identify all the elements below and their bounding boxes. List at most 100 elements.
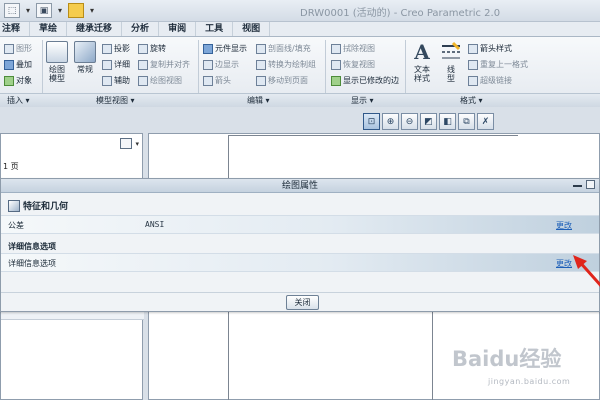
chevron-down-icon[interactable]: ▾ <box>58 3 62 18</box>
drawing-view-icon <box>138 75 148 86</box>
object-button[interactable]: 对象 <box>4 75 32 86</box>
tab-analysis[interactable]: 分析 <box>122 22 160 36</box>
section-title: 特征和几何 <box>23 202 69 212</box>
auxiliary-view-icon <box>102 75 112 86</box>
graphic-button[interactable]: 图形 <box>4 43 32 54</box>
frame-select-icon[interactable]: ⬚ <box>4 3 20 18</box>
move-to-sheet-label: 移动到页面 <box>268 76 308 85</box>
dialog-title: 绘图属性 <box>1 179 599 193</box>
hatching-label: 剖面线/填充 <box>268 44 311 53</box>
move-to-sheet-button[interactable]: 移动到页面 <box>256 75 308 86</box>
revolve-button[interactable]: 旋转 <box>138 43 166 54</box>
chevron-down-icon[interactable]: ▾ <box>26 3 30 18</box>
detailed-view-icon <box>102 59 112 70</box>
tolerance-row: 公差 ANSI 更改 <box>1 215 599 234</box>
tree-toolbar: ▾ <box>120 138 139 149</box>
group-label-display[interactable]: 显示 ▾ <box>351 95 374 106</box>
resume-view-button[interactable]: 恢复视图 <box>331 59 375 70</box>
move-to-sheet-icon <box>256 75 266 86</box>
customize-toolbar-icon[interactable]: ▾ <box>90 3 94 18</box>
zoom-out-icon[interactable]: ⊖ <box>401 113 418 130</box>
text-style-button[interactable]: A 文本样式 <box>411 41 433 83</box>
copy-align-button[interactable]: 复制并对齐 <box>138 59 190 70</box>
general-view-label: 常规 <box>77 65 93 74</box>
maximize-icon[interactable] <box>586 180 595 189</box>
group-label-insert[interactable]: 插入 ▾ <box>7 95 30 106</box>
hyperlink-button[interactable]: 超级链接 <box>468 75 512 86</box>
edge-display-button[interactable]: 边显示 <box>203 59 239 70</box>
convert-draft-group-button[interactable]: 转换为绘制组 <box>256 59 316 70</box>
tab-review[interactable]: 审阅 <box>159 22 197 36</box>
general-view-icon <box>74 41 96 63</box>
arrow-style-label: 箭头样式 <box>480 44 512 53</box>
show-modified-edges-button[interactable]: 显示已修改的边 <box>331 75 399 86</box>
arrow-style-button[interactable]: 箭头样式 <box>468 43 512 54</box>
refit-icon[interactable]: ⊡ <box>363 113 380 130</box>
detail-options-row: 详细信息选项 更改 <box>1 253 599 272</box>
display-style-icon[interactable]: ◧ <box>439 113 456 130</box>
chevron-down-icon[interactable]: ▾ <box>135 140 139 148</box>
group-label-edit[interactable]: 编辑 ▾ <box>247 95 270 106</box>
ribbon-group-labels: 插入 ▾ 模型视图 ▾ 编辑 ▾ 显示 ▾ 格式 ▾ <box>0 93 600 107</box>
section-features-geometry: 特征和几何 <box>8 199 68 212</box>
erase-view-label: 拭除视图 <box>343 44 375 53</box>
close-button[interactable]: 关闭 <box>286 295 319 310</box>
repeat-format-button[interactable]: 重复上一格式 <box>468 59 528 70</box>
window-icon[interactable]: ▣ <box>36 3 53 18</box>
group-label-model-views[interactable]: 模型视图 ▾ <box>96 95 135 106</box>
tab-sketch[interactable]: 草绘 <box>30 22 68 36</box>
projection-button[interactable]: 投影 <box>102 43 130 54</box>
erase-view-button[interactable]: 拭除视图 <box>331 43 375 54</box>
line-style-icon <box>440 41 462 63</box>
arrow-icon <box>203 75 213 86</box>
object-label: 对象 <box>16 76 32 85</box>
hatching-icon <box>256 43 266 54</box>
line-style-button[interactable]: 线型 <box>440 41 462 83</box>
minimize-icon[interactable] <box>573 180 582 187</box>
datum-display-icon[interactable]: ✗ <box>477 113 494 130</box>
convert-draft-group-label: 转换为绘制组 <box>268 60 316 69</box>
hyperlink-label: 超级链接 <box>480 76 512 85</box>
general-view-button[interactable]: 常规 <box>74 41 96 74</box>
overlay-button[interactable]: 叠加 <box>4 59 32 70</box>
detailed-button[interactable]: 详细 <box>102 59 130 70</box>
tab-annotate[interactable]: 注释 <box>0 22 31 36</box>
auxiliary-button[interactable]: 辅助 <box>102 75 130 86</box>
tab-legacy-migration[interactable]: 继承迁移 <box>67 22 123 36</box>
repeat-format-icon <box>468 59 478 70</box>
zoom-in-icon[interactable]: ⊕ <box>382 113 399 130</box>
auxiliary-label: 辅助 <box>114 76 130 85</box>
copy-align-icon <box>138 59 148 70</box>
watermark-url: jingyan.baidu.com <box>488 377 571 386</box>
annotation-arrow-icon <box>573 255 600 287</box>
object-icon <box>4 75 14 86</box>
arrow-label: 箭头 <box>215 76 231 85</box>
graphics-toolbar: ⊡ ⊕ ⊖ ◩ ◧ ⧉ ✗ <box>363 113 494 131</box>
resume-view-icon <box>331 59 341 70</box>
arrow-style-icon <box>468 43 478 54</box>
baidu-watermark: Baidu经验 jingyan.baidu.com <box>452 343 600 398</box>
dialog-window-controls <box>573 180 595 189</box>
tab-view[interactable]: 视图 <box>233 22 271 36</box>
repaint-icon[interactable]: ◩ <box>420 113 437 130</box>
list-icon[interactable] <box>120 138 133 149</box>
revolve-label: 旋转 <box>150 44 166 53</box>
dialog-footer: 关闭 <box>1 292 599 312</box>
folder-icon[interactable] <box>68 3 85 18</box>
tab-tools[interactable]: 工具 <box>196 22 234 36</box>
sheet-label[interactable]: 1 页 <box>3 161 19 172</box>
hatching-button[interactable]: 剖面线/填充 <box>256 43 311 54</box>
sheet-border-line <box>228 135 518 136</box>
edge-display-icon <box>203 59 213 70</box>
drawing-view-button[interactable]: 绘图视图 <box>138 75 182 86</box>
arrow-button[interactable]: 箭头 <box>203 75 231 86</box>
view-manager-icon[interactable]: ⧉ <box>458 113 475 130</box>
drawing-model-button[interactable]: 绘图模型 <box>46 41 68 83</box>
drawing-view-label: 绘图视图 <box>150 76 182 85</box>
component-display-button[interactable]: 元件显示 <box>203 43 247 54</box>
projection-label: 投影 <box>114 44 130 53</box>
overlay-label: 叠加 <box>16 60 32 69</box>
convert-draft-group-icon <box>256 59 266 70</box>
group-label-format[interactable]: 格式 ▾ <box>460 95 483 106</box>
change-tolerance-link[interactable]: 更改 <box>556 220 572 231</box>
